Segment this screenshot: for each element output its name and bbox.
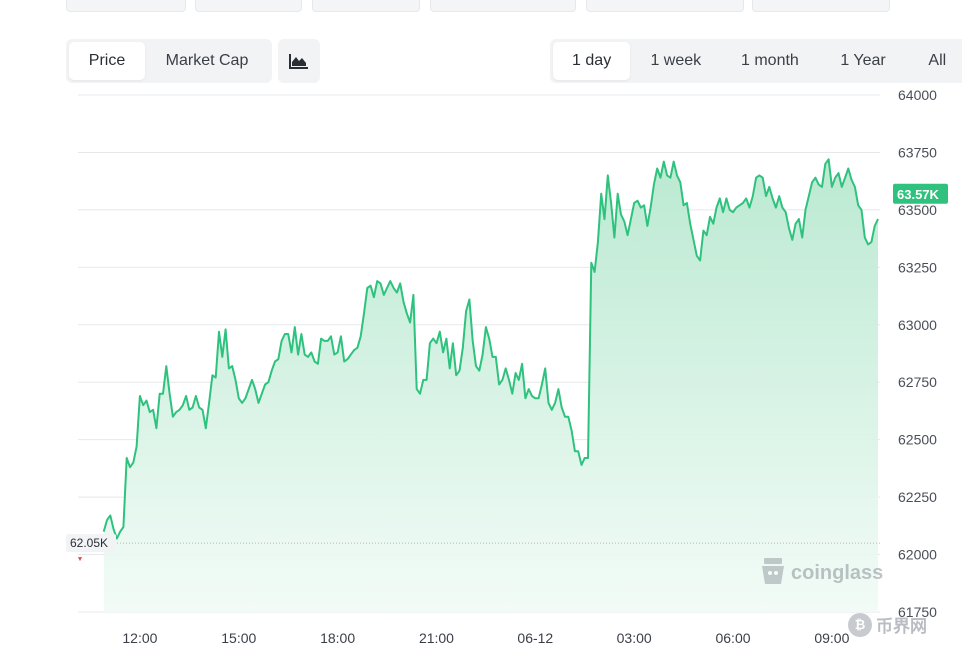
bitcoin-coin-icon: ₿ [848,612,872,637]
price-chart[interactable]: 64000 63750 63500 63250 63000 62750 62500 62250… [0,0,962,655]
x-axis: 12:00 15:00 18:00 21:00 06-12 03:00 06:00 09:00 [122,630,849,646]
x-tick-label: 03:00 [617,630,652,646]
price-area [103,159,878,613]
x-tick-label: 06-12 [517,630,553,646]
coinglass-logo-icon [762,558,784,584]
y-tick-label: 64000 [898,87,937,103]
site-mark-text: 币界网 [876,617,927,636]
y-tick-label: 63000 [898,317,937,333]
start-price-badge: 62.05K [66,534,116,553]
current-price-badge: 63.57K [893,183,948,204]
y-tick-label: 62750 [898,374,937,390]
start-price-label: 62.05K [70,536,108,550]
x-tick-label: 18:00 [320,630,355,646]
x-tick-label: 06:00 [715,630,750,646]
y-tick-label: 63500 [898,202,937,218]
x-tick-label: 15:00 [221,630,256,646]
coinglass-watermark: coinglass [762,558,883,584]
site-mark: ₿ 币界网 [848,612,927,637]
start-marker-icon [78,557,82,562]
x-tick-label: 12:00 [122,630,157,646]
x-tick-label: 09:00 [814,630,849,646]
watermark-text: coinglass [791,562,883,584]
y-tick-label: 63250 [898,259,937,275]
y-tick-label: 63750 [898,144,937,160]
current-price-label: 63.57K [897,187,940,202]
y-tick-label: 62250 [898,489,937,505]
y-axis: 64000 63750 63500 63250 63000 62750 62500 62250… [898,87,937,620]
y-tick-label: 62500 [898,432,937,448]
x-tick-label: 21:00 [419,630,454,646]
y-tick-label: 62000 [898,547,937,563]
